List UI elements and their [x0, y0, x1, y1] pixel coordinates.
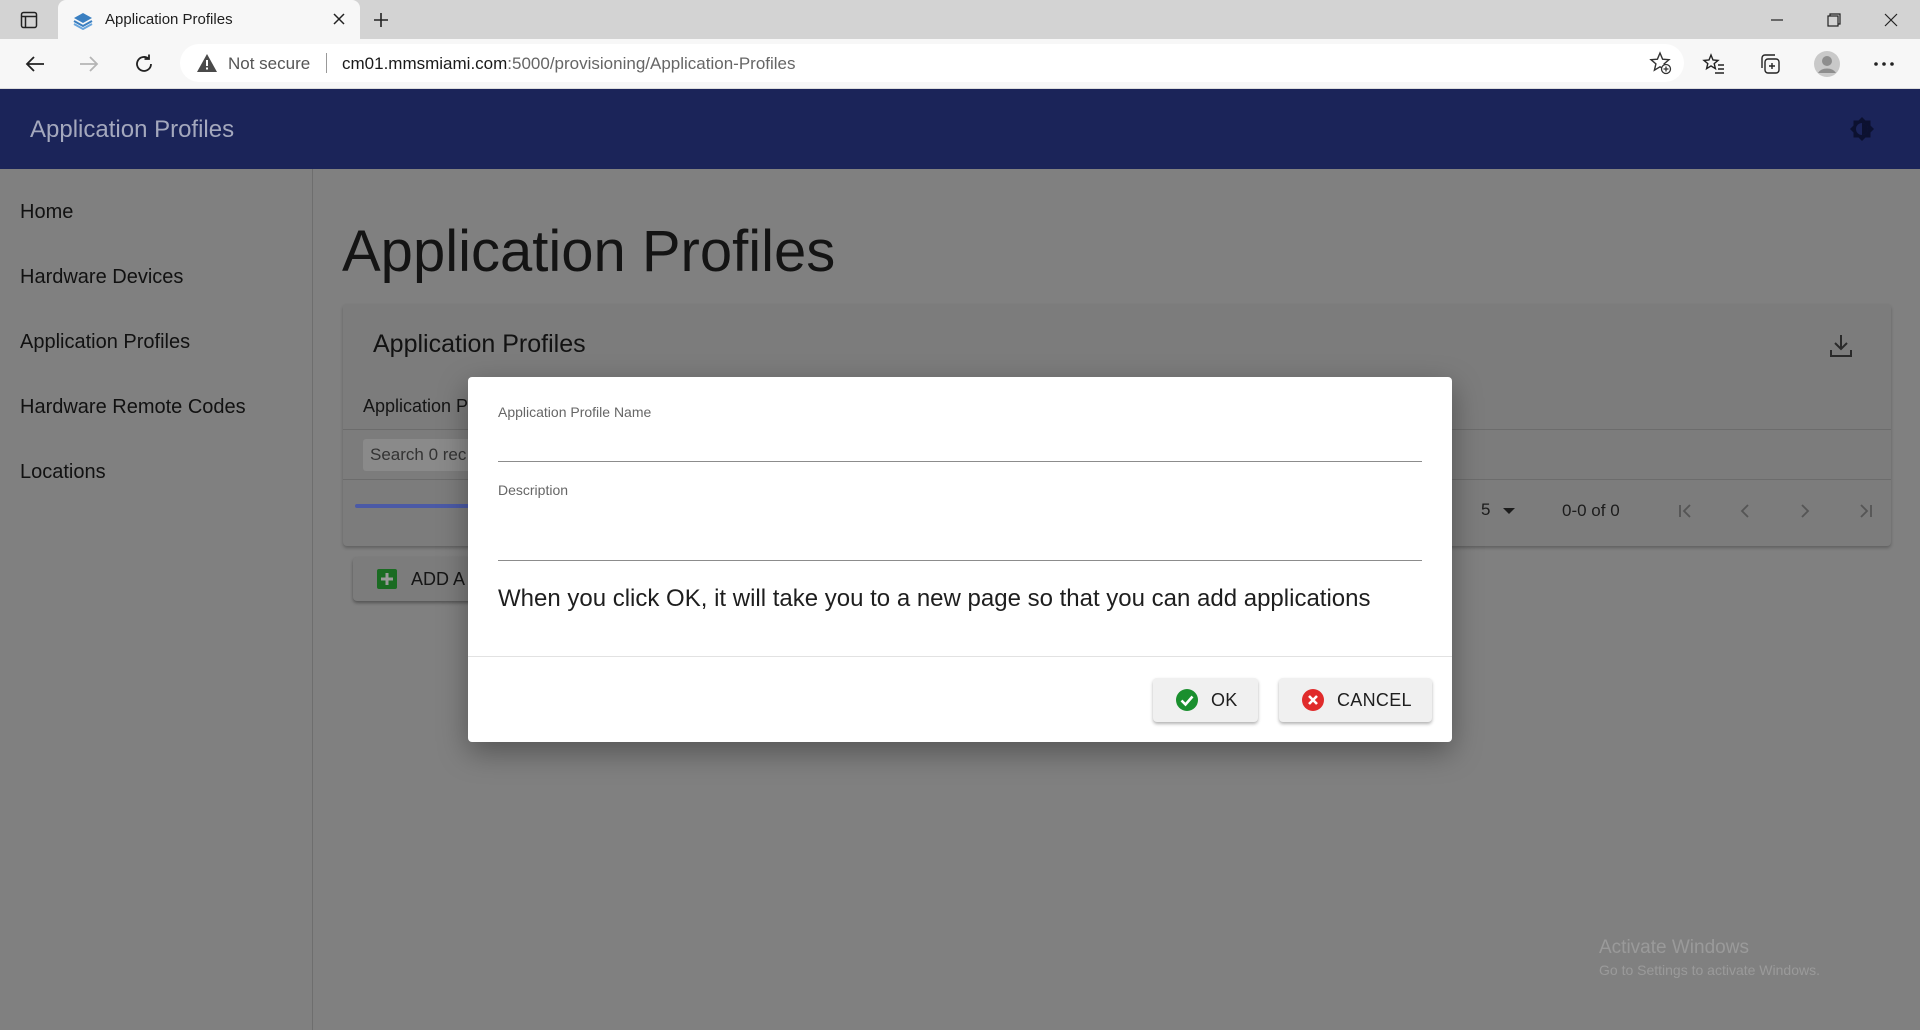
sidebar-item-hardware-remote-codes[interactable]: Hardware Remote Codes	[20, 396, 246, 419]
browser-toolbar: Not secure cm01.mmsmiami.com:5000/provis…	[0, 39, 1920, 89]
theme-toggle-icon[interactable]	[1848, 115, 1876, 143]
description-input[interactable]	[498, 522, 1422, 550]
activate-windows-title: Activate Windows	[1599, 937, 1749, 958]
site-favicon-icon	[72, 10, 94, 31]
activate-windows-subtitle: Go to Settings to activate Windows.	[1599, 962, 1820, 978]
warning-icon[interactable]	[196, 53, 218, 73]
forward-icon[interactable]	[72, 47, 106, 81]
pagination-range: 0-0 of 0	[1562, 501, 1620, 520]
sidebar-item-hardware-devices[interactable]: Hardware Devices	[20, 266, 183, 289]
url-host: cm01.mmsmiami.com	[342, 54, 508, 73]
address-bar[interactable]: Not secure cm01.mmsmiami.com:5000/provis…	[180, 44, 1684, 82]
search-input[interactable]: Search 0 rec	[363, 439, 483, 471]
column-header-application-profile[interactable]: Application P	[363, 396, 468, 417]
rows-per-page-select[interactable]: 5	[1481, 500, 1490, 520]
collections-icon[interactable]	[1753, 47, 1787, 81]
cancel-label: CANCEL	[1337, 689, 1412, 710]
download-icon[interactable]	[1827, 332, 1855, 360]
previous-page-icon[interactable]	[1730, 496, 1760, 526]
dialog-message: When you click OK, it will take you to a…	[498, 585, 1371, 612]
description-label: Description	[498, 482, 569, 498]
favorites-icon[interactable]	[1697, 47, 1731, 81]
loading-indicator	[355, 504, 475, 508]
add-button-label: ADD A	[411, 569, 466, 589]
description-underline	[498, 560, 1422, 561]
reload-icon[interactable]	[127, 47, 161, 81]
add-icon	[377, 569, 397, 589]
page-title: Application Profiles	[342, 219, 836, 284]
profile-avatar[interactable]	[1810, 47, 1844, 81]
add-favorite-icon[interactable]	[1648, 51, 1672, 75]
cancel-button[interactable]: CANCEL	[1279, 678, 1432, 722]
tab-actions-icon[interactable]	[18, 9, 40, 31]
last-page-icon[interactable]	[1850, 496, 1880, 526]
ok-button[interactable]: OK	[1153, 678, 1258, 722]
url-text[interactable]: cm01.mmsmiami.com:5000/provisioning/Appl…	[342, 54, 796, 74]
sidebar-item-home[interactable]: Home	[20, 201, 73, 224]
minimize-icon[interactable]	[1749, 0, 1805, 39]
new-tab-icon[interactable]	[368, 7, 394, 33]
profile-name-input[interactable]	[498, 424, 1422, 452]
ok-label: OK	[1211, 689, 1238, 710]
dialog-divider	[468, 656, 1452, 657]
app-title: Application Profiles	[30, 116, 235, 143]
search-placeholder: Search 0 rec	[370, 445, 467, 464]
browser-tab[interactable]: Application Profiles	[58, 0, 360, 39]
app-header: Application Profiles	[0, 89, 1920, 169]
cancel-circle-icon	[1301, 688, 1325, 712]
tab-title: Application Profiles	[105, 11, 233, 28]
more-options-icon[interactable]	[1867, 47, 1901, 81]
url-path: :5000/provisioning/Application-Profiles	[507, 54, 796, 73]
address-separator	[326, 53, 327, 73]
not-secure-label[interactable]: Not secure	[228, 54, 310, 74]
add-profile-dialog: Application Profile Name Description Whe…	[468, 377, 1452, 742]
profile-name-underline	[498, 461, 1422, 462]
first-page-icon[interactable]	[1671, 496, 1701, 526]
restore-icon[interactable]	[1806, 0, 1862, 39]
next-page-icon[interactable]	[1790, 496, 1820, 526]
card-title: Application Profiles	[373, 330, 586, 358]
check-circle-icon	[1175, 688, 1199, 712]
back-icon[interactable]	[18, 47, 52, 81]
sidebar-item-locations[interactable]: Locations	[20, 461, 106, 484]
close-window-icon[interactable]	[1863, 0, 1919, 39]
sidebar: Home Hardware Devices Application Profil…	[0, 169, 313, 1030]
chevron-down-icon[interactable]	[1503, 508, 1515, 514]
close-tab-icon[interactable]	[328, 8, 350, 30]
sidebar-item-application-profiles[interactable]: Application Profiles	[20, 331, 190, 354]
profile-name-label: Application Profile Name	[498, 404, 652, 420]
browser-tabstrip: Application Profiles	[0, 0, 1920, 39]
